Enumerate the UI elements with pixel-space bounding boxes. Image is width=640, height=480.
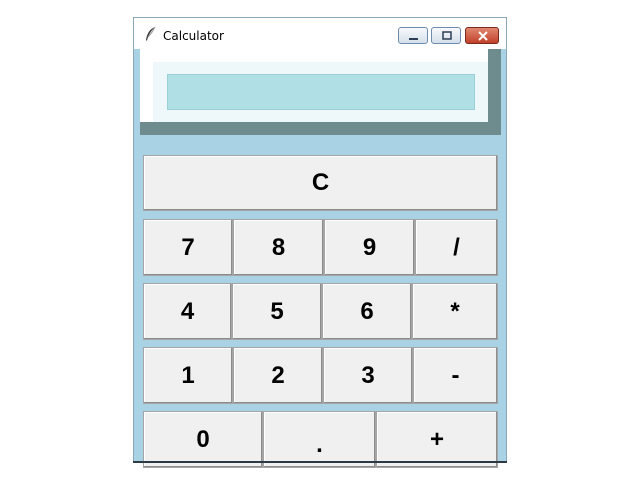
subtract-button[interactable]: - xyxy=(413,347,498,404)
digit-5-button[interactable]: 5 xyxy=(232,283,322,340)
digit-0-button[interactable]: 0 xyxy=(143,411,263,468)
digit-4-button[interactable]: 4 xyxy=(143,283,232,340)
display-entry[interactable] xyxy=(167,74,475,110)
digit-9-button[interactable]: 9 xyxy=(324,219,415,276)
digit-6-button[interactable]: 6 xyxy=(322,283,412,340)
decimal-button[interactable]: . xyxy=(263,411,376,468)
close-button[interactable] xyxy=(465,27,499,44)
digit-7-button[interactable]: 7 xyxy=(143,219,233,276)
minimize-icon xyxy=(409,38,418,40)
window-title: Calculator xyxy=(163,29,224,43)
display-frame xyxy=(140,49,501,135)
digit-3-button[interactable]: 3 xyxy=(323,347,413,404)
title-bar[interactable]: Calculator xyxy=(134,18,506,49)
maximize-icon xyxy=(442,31,452,40)
feather-icon xyxy=(146,26,156,41)
digit-8-button[interactable]: 8 xyxy=(233,219,324,276)
clear-button[interactable]: C xyxy=(143,155,498,211)
close-icon xyxy=(478,31,488,41)
divide-button[interactable]: / xyxy=(415,219,498,276)
multiply-button[interactable]: * xyxy=(412,283,498,340)
add-button[interactable]: + xyxy=(376,411,498,468)
maximize-button[interactable] xyxy=(431,27,461,44)
digit-1-button[interactable]: 1 xyxy=(143,347,233,404)
minimize-button[interactable] xyxy=(398,27,428,44)
calculator-body: C 7 8 9 / 4 5 6 * 1 2 3 - 0 . + xyxy=(134,49,506,468)
digit-2-button[interactable]: 2 xyxy=(233,347,323,404)
calculator-window: Calculator C 7 8 9 / 4 5 6 * 1 2 3 - 0 .… xyxy=(133,17,507,468)
